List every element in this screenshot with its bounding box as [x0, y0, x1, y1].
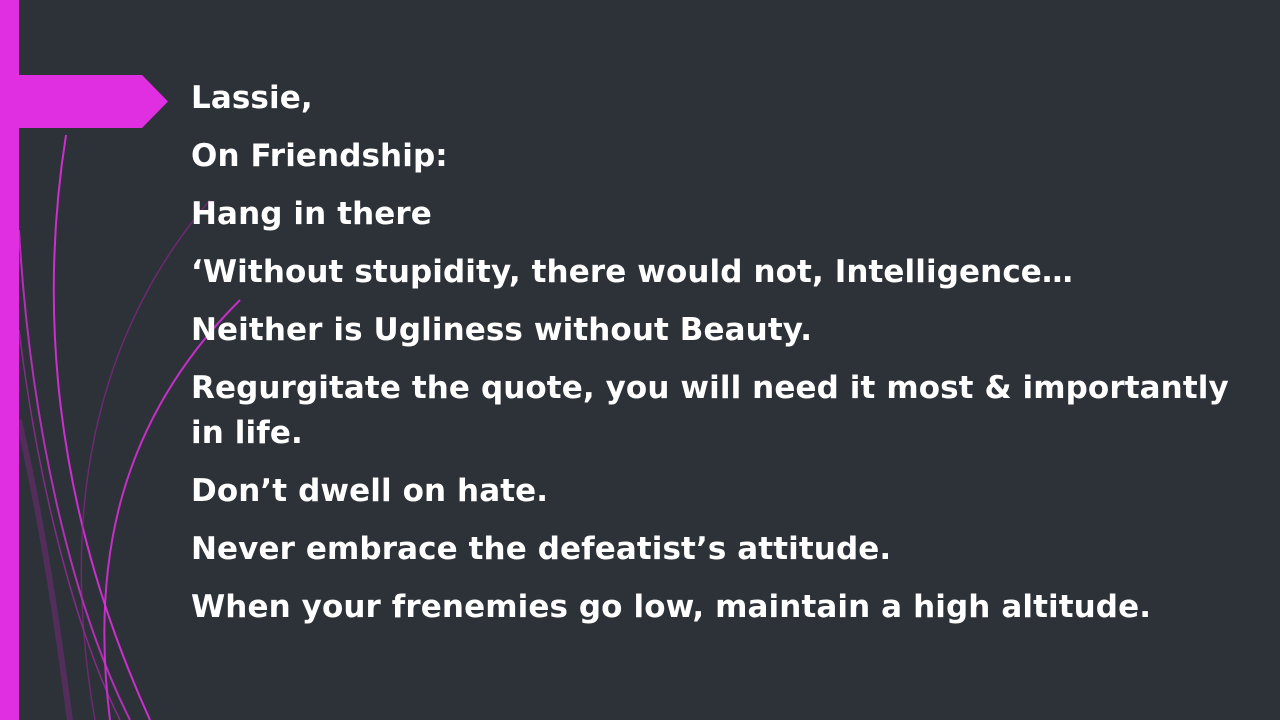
text-line: Hang in there [191, 196, 432, 232]
text-line: Never embrace the defeatist’s attitude. [191, 531, 892, 567]
text-line: Neither is Ugliness without Beauty. [191, 312, 813, 348]
text-line: When your frenemies go low, maintain a h… [191, 589, 1152, 625]
arrow-banner-shape [0, 75, 168, 128]
text-line: On Friendship: [191, 138, 448, 174]
text-line: ‘Without stupidity, there would not, Int… [191, 254, 1074, 290]
text-line: Regurgitate the quote, you will need it … [191, 370, 1229, 451]
text-line: Don’t dwell on hate. [191, 473, 549, 509]
slide: Lassie, On Friendship: Hang in there ‘Wi… [0, 0, 1280, 720]
text-line: Lassie, [191, 80, 313, 116]
slide-text-list: Lassie, On Friendship: Hang in there ‘Wi… [191, 76, 1251, 643]
